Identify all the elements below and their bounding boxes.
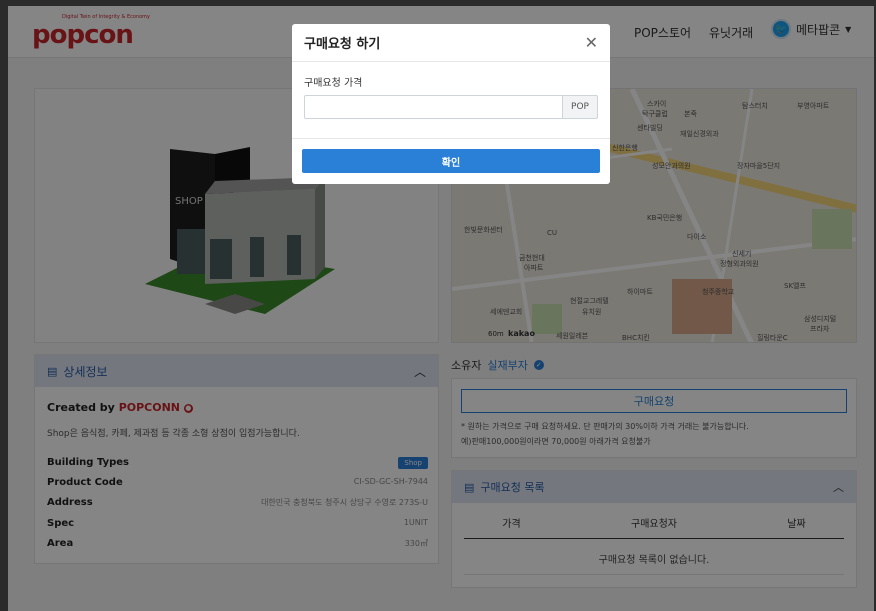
price-input[interactable] bbox=[304, 95, 562, 119]
modal-header: 구매요청 하기 ✕ bbox=[292, 24, 610, 62]
app-window: Digital Twin of Integrity & Economy popc… bbox=[8, 6, 874, 611]
modal-title: 구매요청 하기 bbox=[304, 37, 381, 52]
price-input-group: POP bbox=[304, 95, 598, 119]
purchase-request-modal: 구매요청 하기 ✕ 구매요청 가격 POP 확인 bbox=[292, 24, 610, 184]
modal-divider bbox=[292, 138, 610, 139]
price-field-label: 구매요청 가격 bbox=[304, 78, 363, 89]
unit-addon: POP bbox=[562, 95, 598, 119]
confirm-button[interactable]: 확인 bbox=[302, 149, 600, 173]
close-icon[interactable]: ✕ bbox=[585, 33, 598, 52]
modal-body: 구매요청 가격 POP bbox=[292, 62, 610, 119]
